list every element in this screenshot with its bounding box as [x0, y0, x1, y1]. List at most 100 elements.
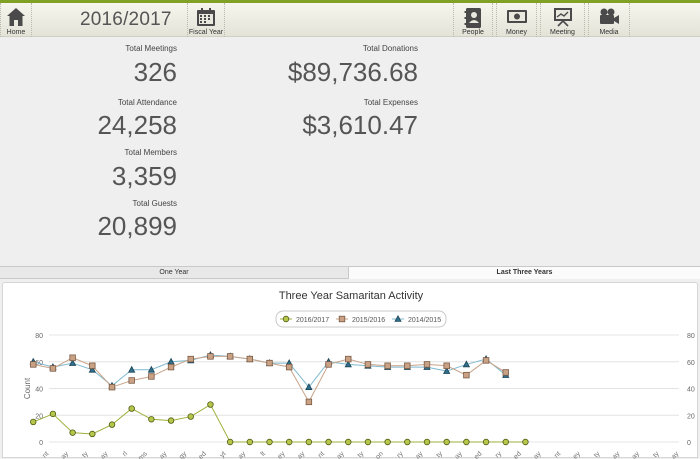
y-tick-label-left: 0	[39, 440, 43, 447]
data-point	[167, 417, 175, 424]
data-point	[89, 430, 96, 438]
view-tabs: One Year Last Three Years	[0, 266, 700, 279]
data-point	[443, 438, 450, 446]
y-tick-label-right: 60	[687, 360, 695, 367]
data-point	[285, 438, 293, 446]
data-point	[502, 369, 509, 376]
tab-last-three-years[interactable]: Last Three Years	[348, 267, 700, 279]
total-donations-value: $89,736.68	[287, 57, 418, 87]
data-point	[49, 410, 57, 418]
media-label: Media	[599, 29, 619, 36]
data-point	[187, 355, 194, 363]
money-label: Money	[505, 29, 527, 36]
data-point	[364, 361, 372, 368]
y-tick-label-left: 40	[35, 387, 43, 394]
data-point	[345, 438, 352, 446]
total-attendance-value: 24,258	[97, 110, 177, 140]
y-tick-label-right: 80	[687, 333, 695, 340]
data-point	[30, 418, 37, 426]
money-button[interactable]: Money	[496, 3, 537, 37]
presentation-board-icon	[553, 8, 572, 27]
data-point	[108, 383, 116, 391]
data-point	[384, 362, 391, 369]
data-point	[404, 362, 411, 369]
series-line	[33, 403, 526, 443]
meeting-button[interactable]: Meeting	[540, 3, 585, 37]
x-tick-label: lt	[260, 450, 267, 457]
data-point	[482, 357, 490, 364]
data-point	[207, 401, 214, 408]
fiscal-year-button[interactable]: Fiscal Year	[187, 3, 225, 37]
data-point	[404, 438, 411, 446]
data-point	[345, 355, 352, 363]
data-point	[482, 438, 490, 446]
total-expenses-label: Total Expenses	[363, 98, 418, 107]
total-donations-label: Total Donations	[362, 44, 418, 53]
y-tick-label-left: 80	[35, 333, 43, 340]
tab-one-year[interactable]: One Year	[0, 267, 348, 279]
toolbar: Home 2016/2017 Fiscal Year People Money …	[0, 3, 700, 37]
total-members-value: 3,359	[111, 161, 177, 191]
data-point	[423, 361, 431, 368]
data-point	[148, 416, 155, 423]
legend-label: 2015/2016	[352, 317, 385, 324]
home-button[interactable]: Home	[0, 3, 32, 37]
y-tick-label-right: 0	[687, 440, 691, 447]
data-point	[148, 373, 155, 380]
data-point	[108, 421, 116, 428]
total-guests-value: 20,899	[97, 211, 177, 241]
data-point	[49, 365, 57, 372]
money-icon	[506, 10, 527, 23]
data-point	[305, 398, 313, 406]
total-meetings-value: 326	[133, 57, 177, 87]
total-expenses-value: $3,610.47	[302, 110, 418, 140]
home-icon	[7, 8, 25, 26]
data-point	[128, 405, 135, 412]
data-point	[364, 438, 372, 446]
data-point	[502, 438, 509, 446]
data-point	[226, 353, 234, 360]
video-camera-icon	[600, 8, 619, 24]
data-point	[30, 361, 37, 368]
y-axis-title: Count	[23, 377, 32, 399]
data-point	[325, 361, 332, 368]
people-label: People	[462, 29, 484, 36]
legend-label: 2014/2015	[408, 317, 441, 324]
chart-panel: Three Year Samaritan Activity 0 0 20 20 40 40…	[2, 282, 698, 459]
line-chart: 0 020 2040 4060 6080 80Count2016/2017 2015/201…	[23, 310, 695, 459]
data-point	[266, 438, 273, 446]
people-button[interactable]: People	[453, 3, 493, 37]
data-point	[207, 353, 214, 360]
data-point	[325, 438, 332, 446]
data-point	[384, 438, 391, 446]
data-point	[305, 438, 313, 446]
data-point	[69, 354, 76, 361]
y-tick-label-right: 40	[687, 387, 695, 394]
fiscal-year-label: Fiscal Year	[188, 29, 224, 36]
data-point	[246, 355, 254, 363]
legend-marker	[338, 315, 346, 323]
data-point	[89, 362, 96, 369]
y-tick-label-right: 20	[687, 413, 695, 420]
data-point	[246, 438, 254, 446]
calendar-icon	[197, 8, 215, 26]
data-point	[128, 377, 135, 384]
meeting-label: Meeting	[550, 29, 575, 36]
total-members-label: Total Members	[124, 148, 177, 157]
media-button[interactable]: Media	[588, 3, 630, 37]
contacts-book-icon	[464, 8, 481, 28]
data-point	[463, 371, 470, 379]
legend-marker	[282, 315, 290, 323]
data-point	[285, 363, 293, 371]
data-point	[69, 429, 76, 436]
data-point	[226, 438, 234, 446]
data-point	[463, 438, 470, 446]
data-point	[167, 363, 175, 371]
data-point	[266, 359, 273, 367]
home-label: Home	[6, 29, 26, 36]
data-point	[423, 438, 431, 446]
data-point	[443, 362, 450, 369]
fiscal-year-title: 2016/2017	[80, 9, 172, 30]
total-guests-label: Total Guests	[132, 199, 177, 208]
legend-label: 2016/2017	[296, 317, 329, 324]
